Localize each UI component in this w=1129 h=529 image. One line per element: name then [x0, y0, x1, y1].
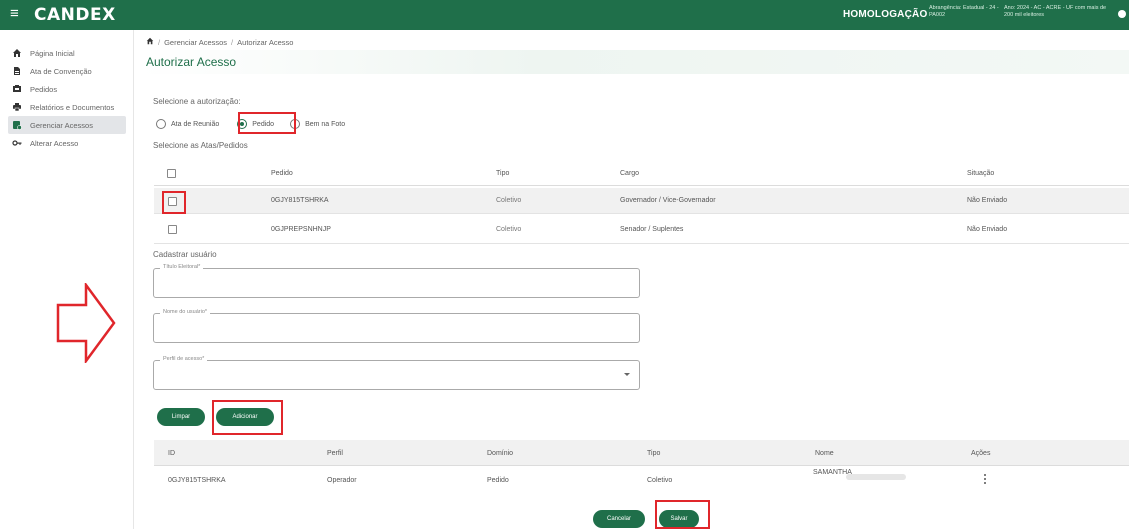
- table-row[interactable]: 0GJPREPSNHNJP Coletivo Senador / Suplent…: [154, 218, 1129, 244]
- radio-label: Ata de Reunião: [171, 120, 220, 128]
- field-label: Perfil de acesso*: [160, 356, 208, 362]
- cell-cargo: Senador / Suplentes: [620, 226, 684, 233]
- column-header[interactable]: Domínio: [487, 450, 513, 457]
- highlight-box-checkbox: [162, 191, 186, 214]
- highlight-box-salvar: [655, 500, 710, 529]
- truck-icon: [12, 84, 22, 94]
- titulo-eleitoral-field[interactable]: Título Eleitoral*: [153, 264, 640, 298]
- radio-label: Bem na Foto: [305, 120, 346, 128]
- year-info: Ano: 2024 - AC - ACRE - UF com mais de 2…: [1004, 5, 1107, 18]
- page-title: Autorizar Acesso: [146, 55, 237, 69]
- field-label: Nome do usuário*: [160, 309, 211, 315]
- users-table-header: ID Perfil Domínio Tipo Nome Ações: [154, 440, 1129, 466]
- radio-ata-reuniao[interactable]: Ata de Reunião: [156, 119, 219, 129]
- breadcrumb-item-current: Autorizar Acesso: [237, 37, 294, 47]
- environment-label: HOMOLOGAÇÃO: [843, 9, 928, 20]
- select-orders-label: Selecione as Atas/Pedidos: [153, 141, 248, 150]
- select-all-checkbox[interactable]: [167, 169, 176, 178]
- sidebar-item-ata[interactable]: Ata de Convenção: [8, 62, 132, 80]
- sidebar-item-label: Alterar Acesso: [30, 138, 79, 148]
- user-menu-icon[interactable]: [1118, 10, 1126, 18]
- cell-pedido: 0GJPREPSNHNJP: [271, 226, 331, 233]
- breadcrumb-separator: /: [158, 37, 161, 47]
- radio-circle[interactable]: [156, 119, 166, 129]
- sidebar-item-home[interactable]: Página Inicial: [8, 44, 132, 62]
- user-access-icon: [12, 120, 22, 130]
- column-header[interactable]: ID: [168, 450, 175, 457]
- cell-tipo: Coletivo: [496, 226, 522, 233]
- column-header: Ações: [971, 450, 991, 457]
- breadcrumb-item-gerenciar[interactable]: Gerenciar Acessos: [164, 38, 227, 47]
- nome-usuario-field[interactable]: Nome do usuário*: [153, 309, 640, 343]
- arrow-right-icon: [56, 283, 116, 363]
- sidebar-item-gerenciar-acessos[interactable]: Gerenciar Acessos: [8, 116, 126, 134]
- highlight-box-pedido: [238, 112, 296, 134]
- radio-bem-na-foto[interactable]: Bem na Foto: [290, 119, 345, 129]
- cell-perfil: Operador: [327, 477, 357, 484]
- chevron-down-icon[interactable]: [624, 373, 630, 376]
- cell-cargo: Governador / Vice-Governador: [620, 197, 716, 204]
- printer-icon: [12, 102, 22, 112]
- app-logo[interactable]: CANDEX: [34, 6, 116, 24]
- column-header[interactable]: Tipo: [496, 170, 509, 177]
- menu-icon[interactable]: ≡: [10, 6, 19, 22]
- more-actions-icon[interactable]: [984, 474, 986, 484]
- sidebar-item-label: Ata de Convenção: [30, 66, 92, 76]
- home-icon[interactable]: [146, 37, 154, 47]
- key-icon: [12, 138, 22, 148]
- cancelar-button[interactable]: Cancelar: [593, 510, 645, 528]
- authorization-label: Selecione a autorização:: [153, 97, 241, 106]
- column-header[interactable]: Cargo: [620, 170, 639, 177]
- field-label: Título Eleitoral*: [160, 264, 204, 270]
- column-header[interactable]: Tipo: [647, 450, 660, 457]
- cell-situacao: Não Enviado: [967, 197, 1008, 204]
- user-form-title: Cadastrar usuário: [153, 250, 217, 259]
- sidebar-item-label: Gerenciar Acessos: [30, 120, 93, 130]
- redacted-name: [846, 474, 906, 480]
- document-icon: [12, 66, 22, 76]
- scope-info: Abrangência: Estadual - 24 - PA002: [929, 5, 999, 18]
- orders-table-header: Pedido Tipo Cargo Situação: [154, 162, 1129, 186]
- cell-id: 0GJY815TSHRKA: [168, 477, 226, 484]
- table-row[interactable]: 0GJY815TSHRKA Operador Pedido Coletivo S…: [154, 466, 1129, 496]
- sidebar-item-pedidos[interactable]: Pedidos: [8, 80, 132, 98]
- breadcrumb: / Gerenciar Acessos / Autorizar Acesso: [146, 37, 293, 47]
- sidebar-item-label: Relatórios e Documentos: [30, 102, 115, 112]
- sidebar-item-relatorios[interactable]: Relatórios e Documentos: [8, 98, 132, 116]
- column-header[interactable]: Nome: [815, 450, 834, 457]
- sidebar: Página Inicial Ata de Convenção Pedidos …: [0, 30, 134, 529]
- sidebar-item-label: Pedidos: [30, 84, 58, 94]
- column-header[interactable]: Situação: [967, 170, 994, 177]
- home-icon: [12, 48, 22, 58]
- title-band: [140, 50, 1129, 74]
- limpar-button[interactable]: Limpar: [157, 408, 205, 426]
- highlight-box-adicionar: [212, 400, 283, 435]
- sidebar-item-label: Página Inicial: [30, 48, 75, 58]
- sidebar-item-alterar-acesso[interactable]: Alterar Acesso: [8, 134, 132, 152]
- top-bar: ≡ CANDEX HOMOLOGAÇÃO Abrangência: Estadu…: [0, 0, 1129, 30]
- breadcrumb-separator: /: [231, 37, 234, 47]
- table-row[interactable]: 0GJY815TSHRKA Coletivo Governador / Vice…: [154, 188, 1129, 214]
- cell-tipo: Coletivo: [647, 477, 673, 484]
- row-checkbox[interactable]: [168, 225, 177, 234]
- column-header[interactable]: Pedido: [271, 170, 293, 177]
- cell-pedido: 0GJY815TSHRKA: [271, 197, 329, 204]
- cell-dominio: Pedido: [487, 477, 509, 484]
- cell-situacao: Não Enviado: [967, 226, 1008, 233]
- perfil-acesso-select[interactable]: Perfil de acesso*: [153, 356, 640, 390]
- cell-tipo: Coletivo: [496, 197, 522, 204]
- column-header[interactable]: Perfil: [327, 450, 343, 457]
